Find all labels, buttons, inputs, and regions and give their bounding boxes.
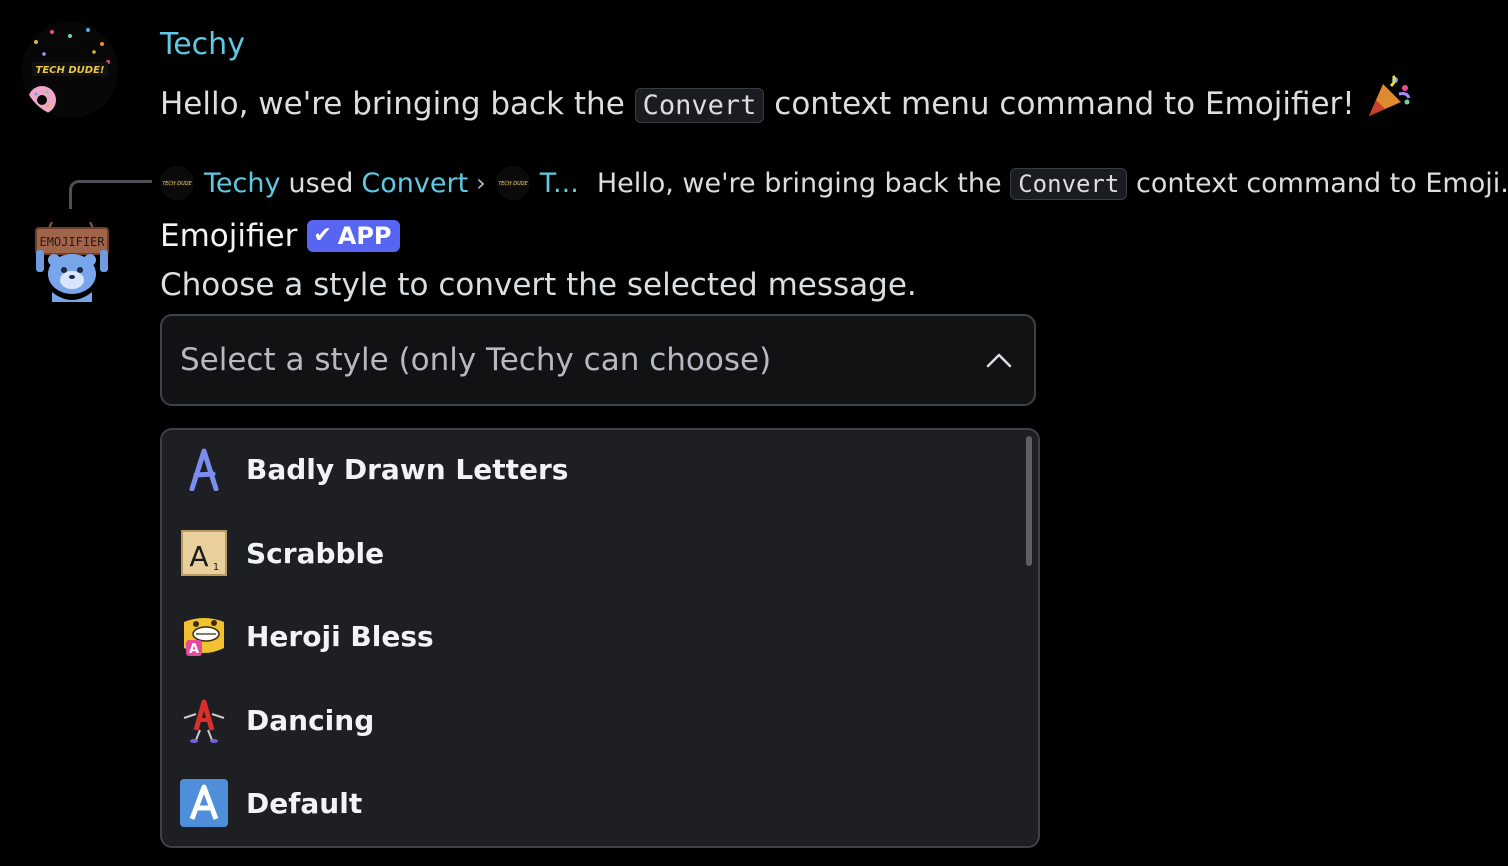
inline-code: Convert bbox=[634, 88, 765, 123]
chevron-up-icon[interactable] bbox=[984, 345, 1014, 375]
reply-preview-after: context command to Emoji... bbox=[1135, 167, 1508, 199]
option-badly-drawn-letters[interactable]: Badly Drawn Letters bbox=[180, 441, 1000, 497]
message-text-after: context menu command to Emojifier! bbox=[774, 86, 1355, 122]
reply-preview-before: Hello, we're bringing back the bbox=[596, 167, 1002, 199]
scrabble-tile-icon: A 1 bbox=[180, 529, 228, 577]
heroji-face-icon: A bbox=[180, 612, 228, 660]
option-label: Badly Drawn Letters bbox=[246, 452, 569, 486]
select-placeholder: Select a style (only Techy can choose) bbox=[180, 342, 772, 378]
badly-drawn-a-icon bbox=[180, 445, 228, 493]
chat-view: TECH DUDE! Techy Hello, we're bringing b… bbox=[0, 0, 1508, 866]
style-select[interactable]: Select a style (only Techy can choose) bbox=[160, 314, 1036, 406]
message-text-before: Hello, we're bringing back the bbox=[160, 86, 625, 122]
svg-text:A: A bbox=[189, 540, 208, 573]
reply-used-text: used bbox=[288, 167, 354, 199]
option-label: Default bbox=[246, 786, 363, 820]
svg-text:A: A bbox=[189, 642, 199, 657]
svg-text:TECH DUDE: TECH DUDE bbox=[498, 181, 528, 187]
reply-inline-code: Convert bbox=[1010, 167, 1128, 200]
reply-command[interactable]: Convert bbox=[361, 168, 468, 199]
option-heroji-bless[interactable]: A Heroji Bless bbox=[180, 608, 1000, 664]
chevron-right-icon: › bbox=[476, 169, 486, 197]
message-author[interactable]: Techy bbox=[160, 26, 245, 64]
option-scrabble[interactable]: A 1 Scrabble bbox=[180, 525, 1000, 581]
reply-target-author[interactable]: T... bbox=[540, 168, 579, 199]
svg-text:TECH DUDE!: TECH DUDE! bbox=[36, 65, 105, 76]
bot-message-text: Choose a style to convert the selected m… bbox=[160, 267, 917, 303]
reply-target-avatar[interactable]: TECH DUDE bbox=[495, 166, 530, 200]
option-default[interactable]: Default bbox=[180, 775, 1000, 831]
bot-header: Emojifier ✔ APP bbox=[160, 216, 400, 256]
emojifier-avatar[interactable]: EMOJIFIER bbox=[30, 221, 114, 306]
message-content: Hello, we're bringing back the Convert c… bbox=[160, 72, 1413, 132]
party-popper-icon bbox=[1365, 72, 1413, 132]
reply-spine bbox=[69, 180, 152, 209]
app-badge: ✔ APP bbox=[307, 220, 400, 252]
option-dancing[interactable]: Dancing bbox=[180, 692, 1000, 748]
reply-author[interactable]: Techy bbox=[204, 168, 280, 199]
scrollbar[interactable] bbox=[1026, 436, 1032, 566]
regional-a-icon bbox=[180, 779, 228, 827]
svg-text:1: 1 bbox=[213, 562, 219, 573]
option-label: Heroji Bless bbox=[246, 619, 434, 653]
app-badge-label: APP bbox=[337, 221, 392, 250]
option-label: Dancing bbox=[246, 703, 375, 737]
svg-text:TECH DUDE: TECH DUDE bbox=[162, 181, 192, 187]
svg-text:EMOJIFIER: EMOJIFIER bbox=[39, 235, 105, 249]
bot-name[interactable]: Emojifier bbox=[160, 218, 297, 254]
reply-avatar[interactable]: TECH DUDE bbox=[160, 166, 194, 200]
dancing-letter-icon bbox=[180, 696, 228, 744]
style-options-menu[interactable]: Badly Drawn Letters A 1 Scrabble A Heroj… bbox=[160, 428, 1040, 848]
reply-preview[interactable]: Hello, we're bringing back the Convert c… bbox=[596, 167, 1508, 200]
techy-avatar[interactable]: TECH DUDE! bbox=[22, 22, 118, 118]
option-label: Scrabble bbox=[246, 536, 385, 570]
check-icon: ✔ bbox=[313, 223, 332, 248]
reply-reference[interactable]: TECH DUDE Techy used Convert › TECH DUDE… bbox=[160, 164, 1508, 202]
